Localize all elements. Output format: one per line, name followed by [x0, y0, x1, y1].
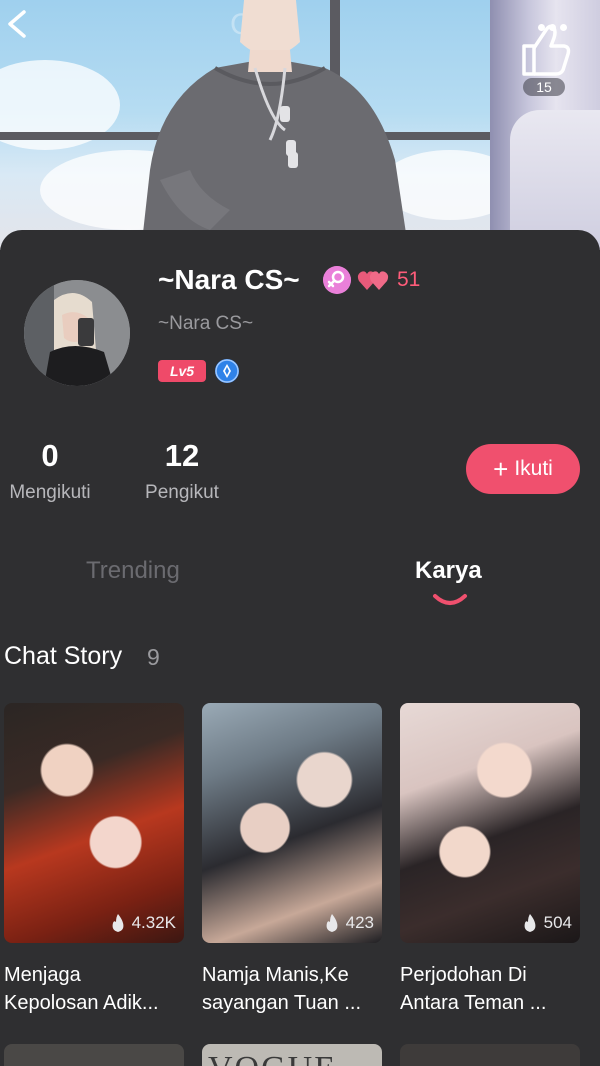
fire-icon — [326, 914, 338, 932]
back-icon[interactable] — [4, 8, 30, 40]
followers-stat[interactable]: 12 Pengikut — [132, 438, 232, 504]
following-label: Mengikuti — [9, 482, 91, 503]
character-illustration — [141, 0, 409, 250]
female-gender-icon — [323, 266, 351, 294]
story-title: Perjodohan Di Antara Teman ... — [400, 964, 547, 1014]
story-cover-image: 4.32K — [4, 703, 184, 943]
hearts-count: 51 — [397, 268, 421, 291]
story-title: Menjaga Kepolosan Adik... — [4, 964, 159, 1014]
followers-count: 12 — [164, 438, 200, 473]
section-count: 9 — [147, 644, 160, 670]
profile-handle: ~Nara CS~ — [158, 313, 254, 334]
view-count: 423 — [324, 913, 374, 933]
following-count: 0 — [41, 438, 59, 473]
story-title: Namja Manis,Ke sayangan Tuan ... — [202, 964, 362, 1014]
view-count: 504 — [522, 913, 572, 933]
follow-button[interactable]: + Ikuti — [466, 444, 580, 494]
fire-icon — [112, 914, 124, 932]
level-badge: Lv5 — [158, 360, 206, 382]
story-card-peek[interactable] — [4, 1044, 184, 1066]
section-title: Chat Story — [4, 642, 123, 670]
view-count-value: 504 — [543, 913, 572, 932]
plus-icon: + — [493, 454, 509, 484]
tab-karya[interactable]: Karya — [415, 557, 482, 585]
avatar-image — [24, 280, 130, 386]
story-card-peek[interactable]: VOGUE — [202, 1044, 382, 1066]
active-tab-indicator — [433, 594, 467, 605]
tab-trending[interactable]: Trending — [86, 557, 180, 585]
story-cover-image: 423 — [202, 703, 382, 943]
avatar[interactable] — [24, 280, 130, 386]
view-count-value: 4.32K — [131, 913, 176, 932]
followers-label: Pengikut — [145, 482, 219, 503]
peek-cover-text: VOGUE — [208, 1050, 337, 1066]
story-card-peek[interactable] — [400, 1044, 580, 1066]
verified-badge-icon — [215, 359, 239, 383]
profile-name: ~Nara CS~ — [158, 264, 300, 295]
story-cover-image: 504 — [400, 703, 580, 943]
fire-icon — [524, 914, 536, 932]
follow-button-label: Ikuti — [514, 457, 553, 480]
thumbs-up-icon[interactable] — [518, 20, 572, 78]
following-stat[interactable]: 0 Mengikuti — [0, 438, 100, 504]
like-count: 15 — [523, 78, 565, 96]
view-count-value: 423 — [345, 913, 374, 932]
hearts-icon — [357, 271, 389, 290]
chair-decoration — [510, 110, 600, 250]
header-banner: CS~ — [0, 0, 600, 250]
view-count: 4.32K — [110, 913, 176, 933]
